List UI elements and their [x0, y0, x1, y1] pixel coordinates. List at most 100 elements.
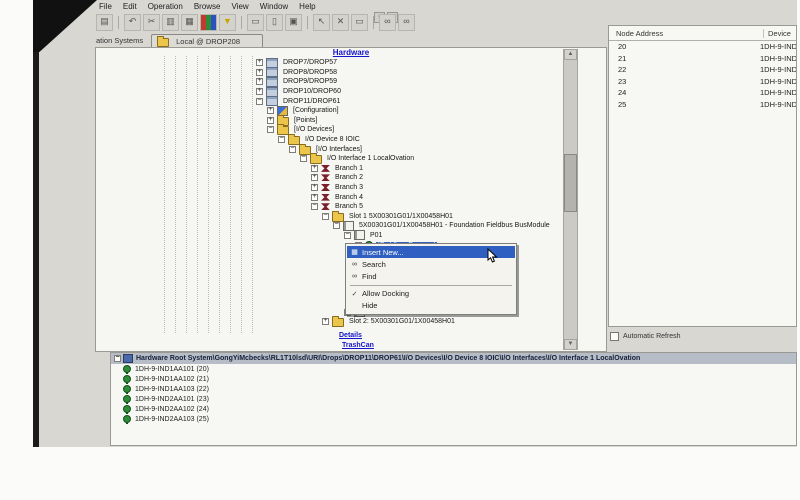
window-icon[interactable]: ▭ — [351, 14, 368, 31]
checkbox-icon[interactable] — [610, 332, 619, 341]
expand-icon[interactable] — [256, 88, 263, 95]
expand-icon[interactable] — [256, 69, 263, 76]
tab-label: Local @ DROP208 — [176, 37, 240, 46]
column-node-address[interactable]: Node Address — [609, 29, 764, 38]
trashcan-link[interactable]: TrashCan — [342, 342, 374, 349]
tree-node-branch-5[interactable]: Branch 5 — [96, 202, 604, 212]
photo-edge — [33, 0, 39, 447]
tree-node-drop9[interactable]: DROP9/DROP59 — [96, 77, 604, 87]
result-item[interactable]: 1DH-9-IND2AA102 (24) — [111, 404, 796, 414]
tree-node-p01[interactable]: P01 — [96, 231, 604, 241]
delete-icon[interactable]: ✕ — [332, 14, 349, 31]
result-item[interactable]: 1DH-9-IND2AA101 (23) — [111, 394, 796, 404]
column-device[interactable]: Device — [764, 29, 791, 38]
table-row[interactable]: 251DH-9-IND2AA103 — [609, 99, 796, 111]
save-icon[interactable]: ▯ — [266, 14, 283, 31]
tree-node-io-device-8[interactable]: I/O Device 8 IOIC — [96, 135, 604, 145]
menu-operation[interactable]: Operation — [147, 2, 184, 11]
drop-icon — [266, 77, 278, 87]
table-row[interactable]: 221DH-9-IND1AA103 — [609, 64, 796, 76]
collapse-icon[interactable] — [256, 98, 263, 105]
scroll-down-icon[interactable]: ▼ — [564, 339, 577, 350]
details-link[interactable]: Details — [339, 332, 362, 339]
tree-node-drop8[interactable]: DROP8/DROP58 — [96, 68, 604, 78]
search-icon[interactable]: ∞ — [398, 14, 415, 31]
select-icon[interactable]: ↖ — [313, 14, 330, 31]
collapse-icon[interactable] — [333, 222, 340, 229]
drop-icon — [266, 87, 278, 97]
fieldbus-device-icon — [123, 405, 131, 414]
table-row[interactable]: 201DH-9-IND1AA101 — [609, 41, 796, 53]
collapse-icon[interactable] — [278, 136, 285, 143]
application-window: File Edit Operation Browse View Window H… — [38, 0, 797, 447]
collapse-icon[interactable] — [300, 155, 307, 162]
collapse-icon[interactable] — [114, 355, 121, 362]
open-folder-icon[interactable]: ▭ — [247, 14, 264, 31]
fieldbus-device-icon — [123, 385, 131, 394]
menu-edit[interactable]: Edit — [122, 2, 138, 11]
menu-browse[interactable]: Browse — [193, 2, 222, 11]
cut-icon[interactable]: ✂ — [143, 14, 160, 31]
tree-node-drop7[interactable]: DROP7/DROP57 — [96, 58, 604, 68]
toolbar-separator — [373, 16, 374, 29]
menu-item-allow-docking[interactable]: ✓Allow Docking — [347, 288, 515, 300]
automatic-refresh-option: Automatic Refresh — [610, 332, 681, 341]
camera-icon[interactable]: ▣ — [285, 14, 302, 31]
expand-icon[interactable] — [311, 184, 318, 191]
tree-node-branch-2[interactable]: Branch 2 — [96, 173, 604, 183]
filter-icon[interactable]: ▼ — [219, 14, 236, 31]
undo-icon[interactable]: ↶ — [124, 14, 141, 31]
menu-view[interactable]: View — [231, 2, 250, 11]
tree-node-io-interfaces[interactable]: [I/O Interfaces] — [96, 144, 604, 154]
expand-icon[interactable] — [311, 165, 318, 172]
result-item[interactable]: 1DH-9-IND1AA103 (22) — [111, 384, 796, 394]
expand-icon[interactable] — [322, 318, 329, 325]
expand-icon[interactable] — [256, 78, 263, 85]
expand-icon[interactable] — [267, 117, 274, 124]
paste-icon[interactable]: ▦ — [181, 14, 198, 31]
tree-node-io-interface-1[interactable]: I/O Interface 1 LocalOvation — [96, 154, 604, 164]
collapse-icon[interactable] — [311, 203, 318, 210]
collapse-icon[interactable] — [322, 213, 329, 220]
tree-node-branch-1[interactable]: Branch 1 — [96, 164, 604, 174]
menu-separator — [350, 285, 512, 286]
find-icon[interactable]: ∞ — [379, 14, 396, 31]
copy-icon[interactable]: ▥ — [162, 14, 179, 31]
tree-node-io-devices[interactable]: [I/O Devices] — [96, 125, 604, 135]
table-row[interactable]: 241DH-9-IND2AA102 — [609, 87, 796, 99]
tab-bar: ation Systems Local @ DROP208 — [96, 32, 263, 48]
branch-icon — [321, 203, 330, 210]
results-root-row[interactable]: Hardware Root System\GongYiMcbecks\RL1T1… — [111, 353, 796, 364]
tree-node-branch-4[interactable]: Branch 4 — [96, 192, 604, 202]
tree-node-drop10[interactable]: DROP10/DROP60 — [96, 87, 604, 97]
colors-icon[interactable]: ▩ — [200, 14, 217, 31]
tab-local-drop208[interactable]: Local @ DROP208 — [151, 34, 263, 48]
collapse-icon[interactable] — [289, 146, 296, 153]
table-row[interactable]: 231DH-9-IND2AA101 — [609, 76, 796, 88]
tree-node-slot-1[interactable]: Slot 1 5X00301G01/1X00458H01 — [96, 212, 604, 222]
result-item[interactable]: 1DH-9-IND1AA102 (21) — [111, 374, 796, 384]
result-item[interactable]: 1DH-9-IND2AA103 (25) — [111, 414, 796, 424]
tree-node-points[interactable]: [Points] — [96, 116, 604, 126]
table-row[interactable]: 211DH-9-IND1AA102 — [609, 53, 796, 65]
menu-item-find[interactable]: ∞Find — [347, 270, 515, 282]
expand-icon[interactable] — [267, 107, 274, 114]
menu-help[interactable]: Help — [298, 2, 316, 11]
collapse-icon[interactable] — [267, 126, 274, 133]
menu-window[interactable]: Window — [259, 2, 289, 11]
expand-icon[interactable] — [256, 59, 263, 66]
menu-file[interactable]: File — [98, 2, 113, 11]
drop-icon — [266, 58, 278, 68]
tree-node-ff-module[interactable]: 5X00301G01/1X00458H01 - Foundation Field… — [96, 221, 604, 231]
tree-node-branch-3[interactable]: Branch 3 — [96, 183, 604, 193]
result-item[interactable]: 1DH-9-IND1AA101 (20) — [111, 364, 796, 374]
menu-item-hide[interactable]: Hide — [347, 300, 515, 312]
tree-node-configuration[interactable]: [Configuration] — [96, 106, 604, 116]
tree-node-drop11[interactable]: DROP11/DROP61 — [96, 96, 604, 106]
expand-icon[interactable] — [311, 174, 318, 181]
tree-node-slot-2[interactable]: Slot 2: 5X00301G01/1X00458H01 — [96, 317, 604, 327]
collapse-icon[interactable] — [344, 232, 351, 239]
drop-icon — [266, 67, 278, 77]
printer-icon[interactable]: ▤ — [96, 14, 113, 31]
expand-icon[interactable] — [311, 194, 318, 201]
